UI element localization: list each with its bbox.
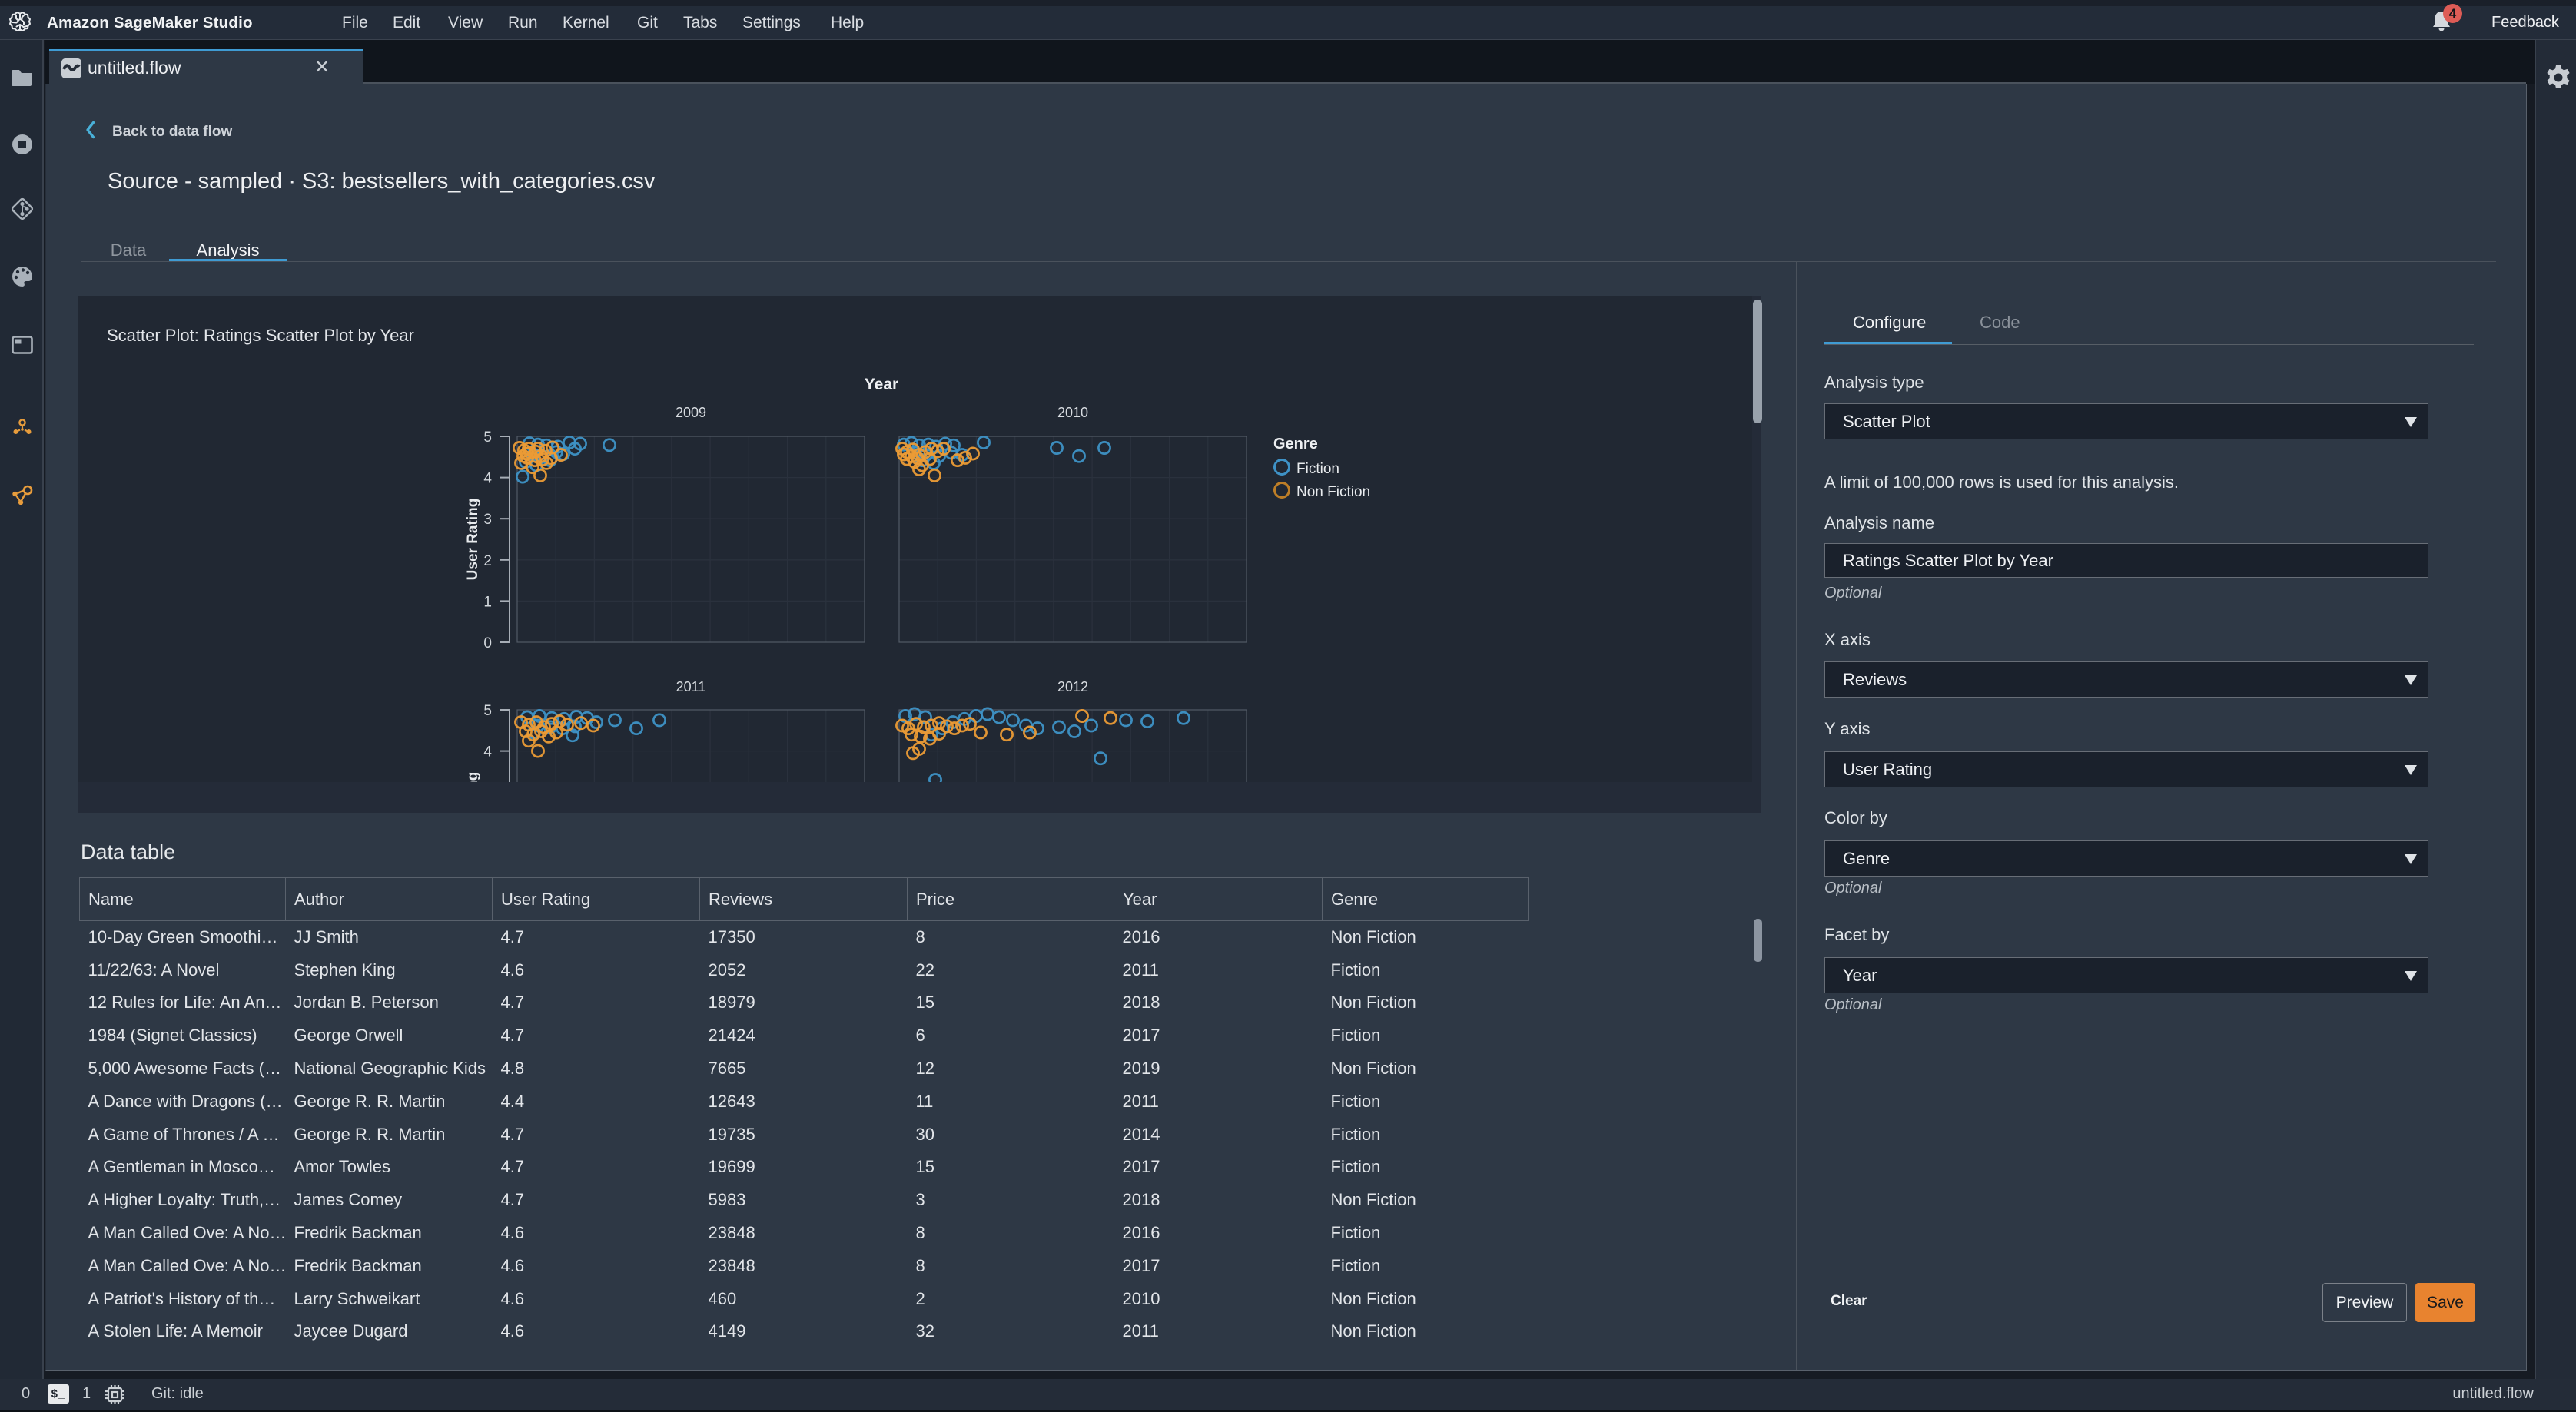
svg-text:User Rating: User Rating	[465, 499, 481, 581]
svg-text:1: 1	[483, 594, 492, 610]
svg-text:2011: 2011	[676, 679, 706, 694]
svg-text:3: 3	[483, 512, 492, 528]
svg-text:Genre: Genre	[1273, 436, 1318, 452]
svg-text:2: 2	[483, 553, 492, 569]
svg-text:2012: 2012	[1057, 679, 1088, 694]
svg-text:2010: 2010	[1057, 405, 1088, 420]
svg-text:0: 0	[483, 635, 492, 651]
svg-text:Year: Year	[865, 376, 898, 393]
svg-text:Non Fiction: Non Fiction	[1296, 484, 1370, 500]
svg-text:User Rating: User Rating	[465, 772, 481, 782]
svg-text:Fiction: Fiction	[1296, 461, 1339, 477]
svg-text:5: 5	[483, 429, 492, 446]
svg-text:4: 4	[483, 471, 492, 487]
svg-text:5: 5	[483, 703, 492, 719]
svg-text:4: 4	[483, 744, 492, 761]
svg-text:2009: 2009	[676, 405, 706, 420]
